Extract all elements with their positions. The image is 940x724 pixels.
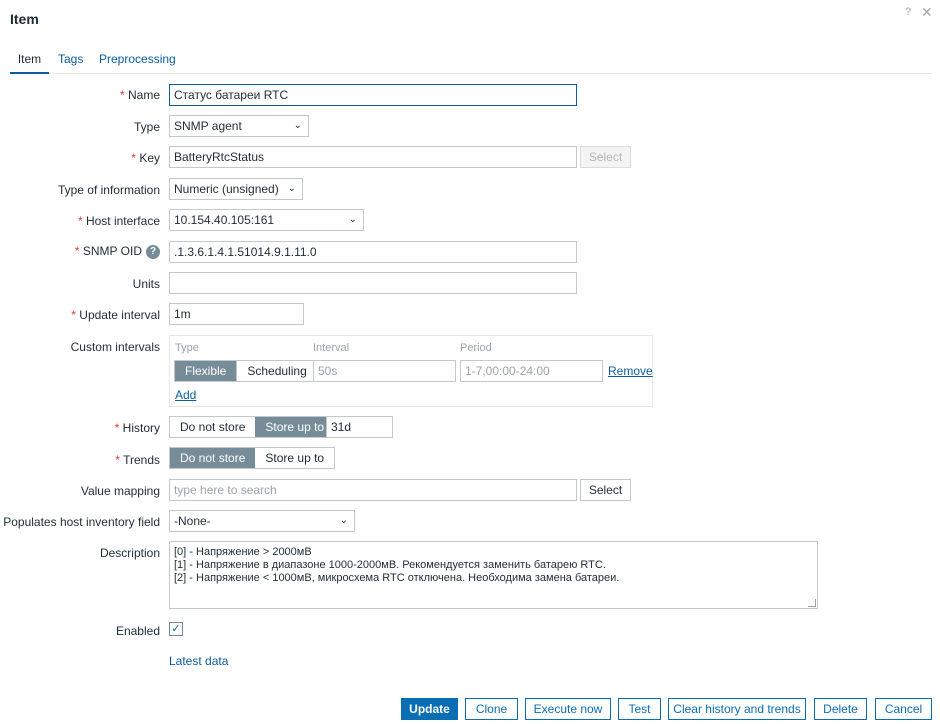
update-button[interactable]: Update [401, 698, 458, 720]
history-do-not-store[interactable]: Do not store [170, 417, 256, 437]
required-mark: * [71, 308, 76, 322]
update-interval-label: * Update interval [0, 308, 160, 322]
description-label: Description [99, 546, 160, 560]
snmp-oid-label: * SNMP OID? [0, 244, 160, 259]
required-mark: * [131, 151, 136, 165]
inventory-select-value: -None- [174, 514, 211, 528]
type-select[interactable]: SNMP agent ⌄ [169, 115, 309, 137]
required-mark: * [74, 244, 80, 258]
chevron-down-icon: ⌄ [348, 214, 357, 225]
required-mark: * [119, 88, 125, 102]
history-label-text: History [122, 421, 160, 435]
type-select-value: SNMP agent [174, 119, 242, 133]
description-line: [1] - Напряжение в диапазоне 1000-2000мВ… [174, 559, 606, 571]
update-interval-input[interactable]: 1m [169, 303, 304, 325]
tab-tags[interactable]: Tags [58, 52, 83, 74]
value-mapping-select-button[interactable]: Select [580, 479, 631, 501]
history-label: * History [0, 421, 160, 435]
interval-type-toggle: Flexible Scheduling [174, 360, 318, 382]
tab-item[interactable]: Item [10, 52, 49, 74]
type-label: Type [133, 120, 160, 134]
trends-store-up-to[interactable]: Store up to [255, 448, 335, 468]
close-icon[interactable]: ✕ [921, 4, 933, 21]
description-line: [2] - Напряжение < 1000мВ, микросхема RT… [174, 572, 620, 584]
resize-grip-icon[interactable] [808, 599, 816, 607]
trends-do-not-store[interactable]: Do not store [170, 448, 256, 468]
snmp-oid-label-text: SNMP OID [82, 244, 142, 258]
help-icon[interactable]: ? [146, 244, 160, 259]
trends-toggle: Do not store Store up to [169, 447, 336, 469]
snmp-oid-input[interactable]: .1.3.6.1.4.1.51014.9.1.11.0 [169, 241, 577, 263]
key-input[interactable]: BatteryRtcStatus [169, 146, 577, 168]
update-interval-label-text: Update interval [79, 308, 160, 322]
tab-bar: Item Tags Preprocessing [10, 50, 932, 74]
custom-intervals-table: Type Interval Period Flexible Scheduling… [169, 335, 653, 407]
units-input[interactable] [169, 272, 577, 294]
enabled-label: Enabled [115, 624, 160, 638]
name-label-text: Name [127, 88, 160, 102]
history-toggle: Do not store Store up to [169, 416, 336, 438]
units-label: Units [132, 277, 160, 291]
test-button[interactable]: Test [618, 698, 661, 720]
host-interface-label-text: Host interface [85, 214, 160, 228]
delete-button[interactable]: Delete [814, 698, 867, 720]
value-mapping-input[interactable]: type here to search [169, 479, 577, 501]
host-interface-value: 10.154.40.105:161 [174, 213, 275, 227]
required-mark: * [114, 421, 120, 435]
cancel-button[interactable]: Cancel [875, 698, 932, 720]
intervals-period-header: Period [460, 342, 492, 354]
execute-now-button[interactable]: Execute now [525, 698, 611, 720]
custom-intervals-label: Custom intervals [70, 340, 160, 354]
remove-interval-link[interactable]: Remove [608, 364, 653, 378]
help-icon[interactable]: ? [905, 6, 911, 18]
flexible-option[interactable]: Flexible [175, 361, 237, 381]
tab-preprocessing[interactable]: Preprocessing [99, 52, 176, 74]
name-label: * Name [0, 88, 160, 102]
description-line: [0] - Напряжение > 2000мВ [174, 546, 312, 558]
name-input[interactable]: Статус батареи RTC [169, 84, 577, 106]
intervals-type-header: Type [175, 342, 199, 354]
intervals-interval-header: Interval [313, 342, 350, 354]
period-input[interactable]: 1-7,00:00-24:00 [460, 360, 603, 382]
host-interface-select[interactable]: 10.154.40.105:161 ⌄ [169, 209, 364, 231]
description-textarea[interactable]: [0] - Напряжение > 2000мВ [1] - Напряжен… [169, 541, 818, 609]
key-label: * Key [0, 151, 160, 165]
enabled-checkbox[interactable]: ✓ [169, 622, 183, 636]
type-of-information-select[interactable]: Numeric (unsigned) ⌄ [169, 178, 303, 200]
key-select-button: Select [580, 146, 631, 168]
inventory-label: Populates host inventory field [3, 515, 160, 529]
scheduling-option[interactable]: Scheduling [236, 361, 317, 381]
type-of-information-value: Numeric (unsigned) [174, 182, 279, 196]
inventory-select[interactable]: -None- ⌄ [169, 510, 355, 532]
dialog-title: Item [10, 11, 39, 27]
chevron-down-icon: ⌄ [339, 515, 348, 526]
trends-label: * Trends [0, 453, 160, 467]
trends-label-text: Trends [123, 453, 160, 467]
chevron-down-icon: ⌄ [287, 183, 296, 194]
value-mapping-label: Value mapping [80, 484, 160, 498]
host-interface-label: * Host interface [0, 214, 160, 228]
history-period-input[interactable]: 31d [326, 416, 393, 438]
clear-history-button[interactable]: Clear history and trends [668, 698, 806, 720]
key-label-text: Key [139, 151, 160, 165]
clone-button[interactable]: Clone [465, 698, 518, 720]
latest-data-link[interactable]: Latest data [169, 654, 228, 668]
required-mark: * [77, 214, 83, 228]
chevron-down-icon: ⌄ [293, 120, 302, 131]
required-mark: * [115, 453, 120, 467]
type-of-information-label: Type of information [57, 183, 160, 197]
history-store-up-to[interactable]: Store up to [255, 417, 335, 437]
interval-input[interactable]: 50s [313, 360, 456, 382]
add-interval-link[interactable]: Add [175, 388, 196, 402]
